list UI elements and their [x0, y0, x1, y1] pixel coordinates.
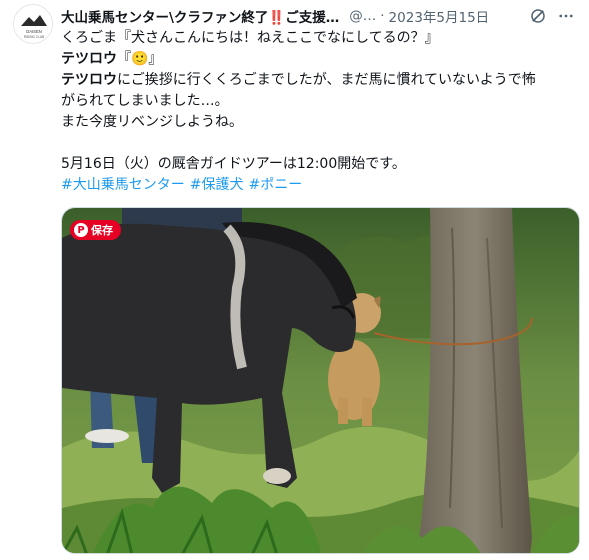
hashtags: #大山乗馬センター #保護犬 #ポニー: [61, 175, 581, 196]
hashtag-link[interactable]: #保護犬: [190, 177, 244, 193]
line-text: にご挨拶に行くくろごまでしたが、まだ馬に慣れていないようで怖: [117, 72, 536, 88]
avatar[interactable]: DAISEN RIDING CLUB: [13, 4, 53, 44]
tweet-header: 大山乗馬センター\クラファン終了‼️ご支援… @… · 2023年5月15日: [61, 6, 575, 26]
display-name[interactable]: 大山乗馬センター\クラファン終了‼️ご支援…: [61, 6, 339, 26]
line-text: 『🙂』: [117, 51, 163, 67]
timestamp[interactable]: 2023年5月15日: [389, 6, 490, 26]
pinterest-icon: P: [74, 223, 88, 237]
avatar-text-1: DAISEN: [26, 29, 42, 34]
tweet-line: テツロウ『🙂』: [61, 49, 581, 70]
photo-image: [62, 208, 579, 553]
tweet-line: また今度リベンジしようね。: [61, 114, 243, 130]
grok-icon[interactable]: [529, 7, 547, 25]
tweet-photo[interactable]: P 保存: [61, 207, 580, 554]
tweet-text: くろごま『犬さんこんにちは！ねえここでなにしてるの？』 テツロウ『🙂』 テツロウ…: [61, 28, 581, 196]
bold-name: テツロウ: [61, 51, 117, 67]
pinterest-save-button[interactable]: P 保存: [70, 220, 121, 240]
tweet-line: 5月16日（火）の厩舎ガイドツアーは12:00開始です。: [61, 156, 406, 172]
handle[interactable]: @…: [349, 8, 376, 24]
tweet-line: テツロウにご挨拶に行くくろごまでしたが、まだ馬に慣れていないようで怖: [61, 70, 581, 91]
tweet-line: くろごま『犬さんこんにちは！ねえここでなにしてるの？』: [61, 30, 439, 46]
tweet-line: がられてしまいました…。: [61, 93, 229, 109]
separator-dot: ·: [380, 8, 385, 24]
hashtag-link[interactable]: #大山乗馬センター: [61, 177, 185, 193]
more-icon[interactable]: [557, 7, 575, 25]
save-label: 保存: [91, 224, 113, 237]
avatar-text-2: RIDING CLUB: [24, 35, 45, 39]
bold-name: テツロウ: [61, 72, 117, 88]
tweet: DAISEN RIDING CLUB 大山乗馬センター\クラファン終了‼️ご支援…: [0, 0, 589, 560]
hashtag-link[interactable]: #ポニー: [248, 177, 302, 193]
